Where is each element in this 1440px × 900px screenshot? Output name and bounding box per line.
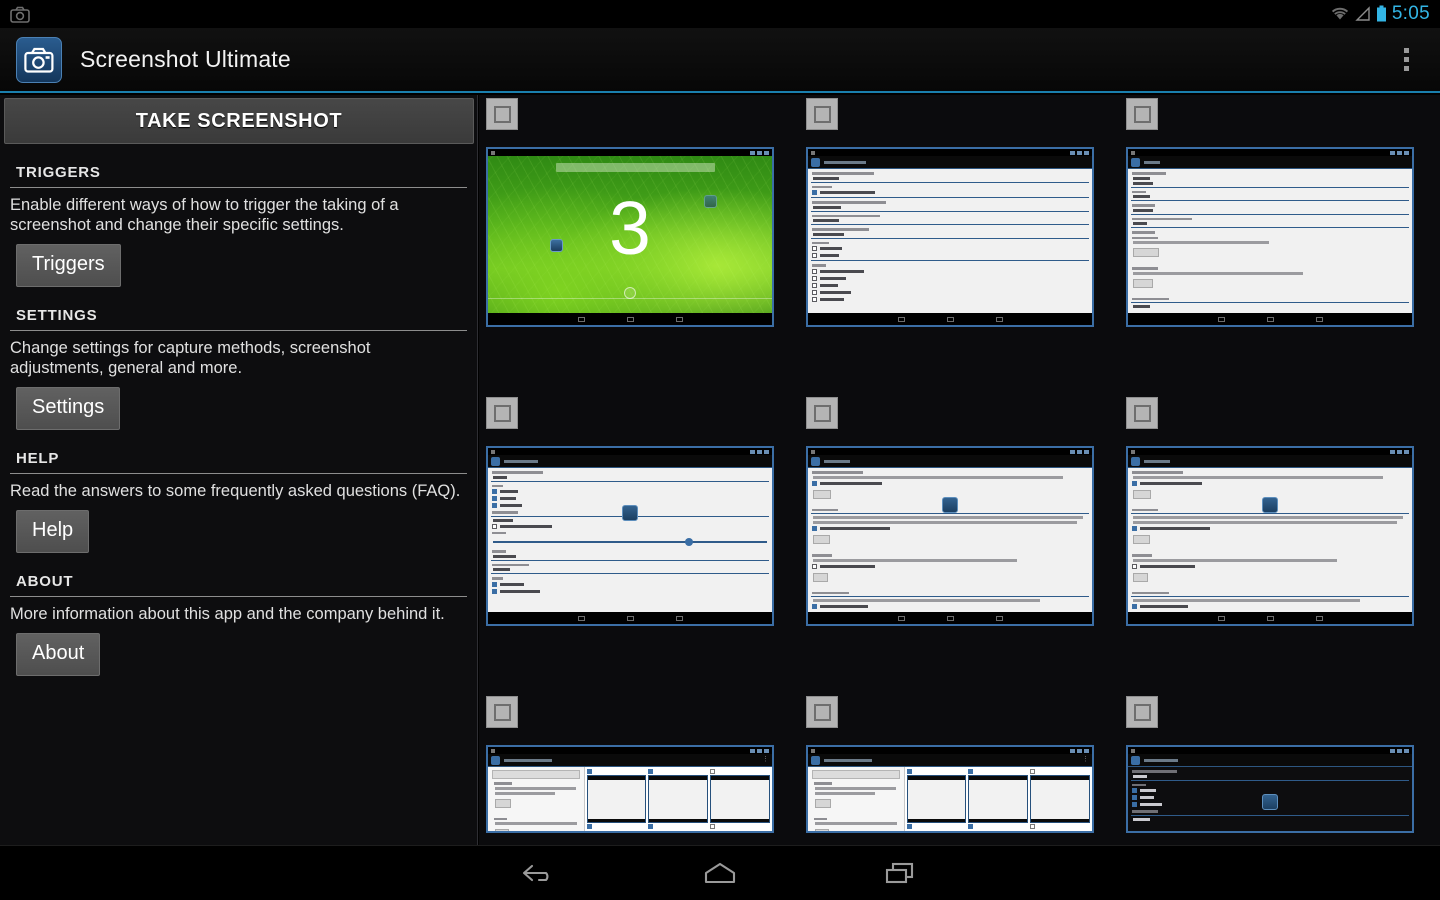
status-bar-system-icons: 5:05 bbox=[1330, 3, 1440, 25]
wifi-icon bbox=[1330, 6, 1350, 22]
section-heading-settings: SETTINGS bbox=[8, 287, 469, 330]
checkbox-thumb-5[interactable] bbox=[806, 397, 838, 429]
section-heading-triggers: TRIGGERS bbox=[8, 144, 469, 187]
divider bbox=[10, 596, 467, 597]
app-drawer-icon bbox=[624, 287, 636, 299]
thumbnail-4[interactable] bbox=[486, 446, 774, 626]
settings-slider[interactable] bbox=[493, 538, 767, 546]
thumbnail-5[interactable] bbox=[806, 446, 1094, 626]
thumbnail-6[interactable] bbox=[1126, 446, 1414, 626]
thumbnail-2[interactable] bbox=[806, 147, 1094, 327]
checkbox-thumb-6[interactable] bbox=[1126, 397, 1158, 429]
app-bar: Screenshot Ultimate bbox=[0, 28, 1440, 93]
thumbnail-3[interactable] bbox=[1126, 147, 1414, 327]
checkbox-thumb-8[interactable] bbox=[806, 696, 838, 728]
overflow-menu-icon[interactable] bbox=[1394, 38, 1418, 82]
divider bbox=[10, 187, 467, 188]
system-navigation-bar bbox=[0, 845, 1440, 900]
camera-icon bbox=[10, 6, 30, 23]
screenshot-gallery[interactable]: 3 bbox=[479, 95, 1440, 845]
section-description-about: More information about this app and the … bbox=[8, 604, 469, 624]
checkbox-thumb-4[interactable] bbox=[486, 397, 518, 429]
thumbnail-7[interactable]: ⋮ bbox=[486, 745, 774, 833]
section-description-settings: Change settings for capture methods, scr… bbox=[8, 338, 469, 378]
thumbnail-8[interactable]: ⋮ bbox=[806, 745, 1094, 833]
divider bbox=[10, 473, 467, 474]
status-bar: 5:05 bbox=[0, 0, 1440, 28]
section-heading-about: ABOUT bbox=[8, 553, 469, 596]
camera-app-icon[interactable] bbox=[16, 37, 62, 83]
home-app-icon bbox=[550, 239, 563, 252]
section-triggers: TRIGGERS Enable different ways of how to… bbox=[0, 144, 477, 287]
camera-overlay-icon bbox=[1262, 794, 1278, 810]
home-icon[interactable] bbox=[680, 850, 760, 896]
section-heading-help: HELP bbox=[8, 430, 469, 473]
page-title: Screenshot Ultimate bbox=[80, 46, 291, 73]
battery-icon bbox=[1376, 5, 1387, 23]
recents-icon[interactable] bbox=[860, 850, 940, 896]
checkbox-thumb-2[interactable] bbox=[806, 98, 838, 130]
checkbox-thumb-9[interactable] bbox=[1126, 696, 1158, 728]
section-help: HELP Read the answers to some frequently… bbox=[0, 430, 477, 553]
status-bar-notifications bbox=[0, 6, 30, 23]
checkbox-thumb-1[interactable] bbox=[486, 98, 518, 130]
camera-overlay-icon bbox=[1262, 497, 1278, 513]
take-screenshot-button[interactable]: TAKE SCREENSHOT bbox=[4, 98, 474, 144]
thumbnail-9[interactable] bbox=[1126, 745, 1414, 833]
left-settings-panel: TAKE SCREENSHOT TRIGGERS Enable differen… bbox=[0, 95, 478, 845]
divider bbox=[10, 330, 467, 331]
checkbox-thumb-3[interactable] bbox=[1126, 98, 1158, 130]
section-description-help: Read the answers to some frequently aske… bbox=[8, 481, 469, 501]
section-about: ABOUT More information about this app an… bbox=[0, 553, 477, 676]
camera-overlay-icon bbox=[942, 497, 958, 513]
triggers-button[interactable]: Triggers bbox=[16, 244, 121, 287]
signal-triangle-icon bbox=[1355, 6, 1371, 22]
camera-overlay-icon bbox=[622, 505, 638, 521]
status-bar-clock: 5:05 bbox=[1392, 3, 1430, 25]
checkbox-thumb-7[interactable] bbox=[486, 696, 518, 728]
settings-button[interactable]: Settings bbox=[16, 387, 120, 430]
about-button[interactable]: About bbox=[16, 633, 100, 676]
section-settings: SETTINGS Change settings for capture met… bbox=[0, 287, 477, 430]
camera-glyph-icon bbox=[24, 47, 54, 73]
thumbnail-1[interactable]: 3 bbox=[486, 147, 774, 327]
back-icon[interactable] bbox=[500, 850, 580, 896]
android-tablet-screen: 5:05 Screenshot Ultimate TAKE SCREENSHOT… bbox=[0, 0, 1440, 900]
home-app-icon bbox=[704, 195, 717, 208]
help-button[interactable]: Help bbox=[16, 510, 89, 553]
section-description-triggers: Enable different ways of how to trigger … bbox=[8, 195, 469, 235]
